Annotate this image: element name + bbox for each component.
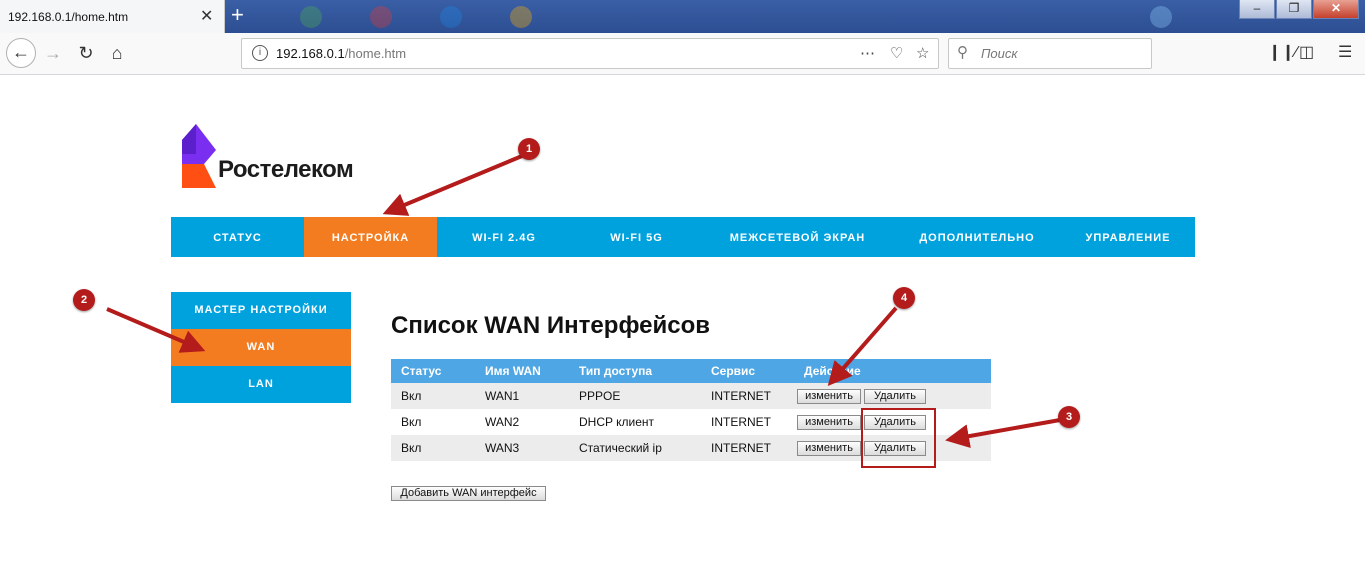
top-nav: СТАТУС НАСТРОЙКА WI-FI 2.4G WI-FI 5G МЕЖ… [171, 217, 1195, 257]
tab-wifi-24g[interactable]: WI-FI 2.4G [437, 217, 571, 257]
column-header-action: Действие [794, 359, 991, 383]
cell-status: Вкл [391, 409, 475, 435]
edit-button[interactable]: изменить [797, 388, 861, 404]
tab-management[interactable]: УПРАВЛЕНИЕ [1061, 217, 1195, 257]
cell-status: Вкл [391, 383, 475, 409]
annotation-badge-2: 2 [73, 289, 95, 311]
window-close-icon[interactable]: ✕ [1313, 0, 1359, 19]
cell-name: WAN2 [475, 409, 569, 435]
cell-access: DHCP клиент [569, 409, 701, 435]
tab-title: 192.168.0.1/home.htm [8, 10, 129, 24]
window-controls: – ❐ ✕ [1238, 0, 1359, 20]
side-nav: МАСТЕР НАСТРОЙКИ WAN LAN [171, 292, 351, 403]
table-header-row: Статус Имя WAN Тип доступа Сервис Действ… [391, 359, 991, 383]
back-arrow-icon[interactable]: ← [6, 38, 36, 68]
column-header-service: Сервис [701, 359, 794, 383]
cell-service: INTERNET [701, 409, 794, 435]
tab-settings[interactable]: НАСТРОЙКА [304, 217, 437, 257]
rostelecom-logo-icon [182, 124, 216, 188]
column-header-access: Тип доступа [569, 359, 701, 383]
sidebar-item-lan[interactable]: LAN [171, 366, 351, 403]
annotation-badge-4: 4 [893, 287, 915, 309]
page-title: Список WAN Интерфейсов [391, 312, 710, 339]
taskbar-decoration [300, 6, 322, 28]
url-path: /home.htm [344, 46, 407, 61]
browser-tab[interactable]: 192.168.0.1/home.htm ✕ [0, 0, 225, 33]
tab-advanced[interactable]: ДОПОЛНИТЕЛЬНО [893, 217, 1061, 257]
add-wan-button[interactable]: Добавить WAN интерфейс [391, 486, 546, 501]
table-row: Вкл WAN1 PPPOE INTERNET изменить Удалить [391, 383, 991, 409]
sidebar-icon[interactable]: ◫ [1299, 42, 1314, 62]
cell-name: WAN1 [475, 383, 569, 409]
tab-firewall[interactable]: МЕЖСЕТЕВОЙ ЭКРАН [702, 217, 893, 257]
home-icon[interactable]: ⌂ [104, 40, 130, 66]
url-bar[interactable]: i 192.168.0.1/home.htm ⋯ ♡ ☆ [241, 38, 939, 69]
minimize-icon[interactable]: – [1239, 0, 1275, 19]
edit-button[interactable]: изменить [797, 414, 861, 430]
close-icon[interactable]: ✕ [200, 6, 213, 26]
browser-tabstrip: 192.168.0.1/home.htm ✕ + – ❐ ✕ [0, 0, 1365, 33]
cell-name: WAN3 [475, 435, 569, 461]
taskbar-decoration [1150, 6, 1172, 28]
more-actions-icon[interactable]: ⋯ [860, 44, 875, 62]
cell-service: INTERNET [701, 383, 794, 409]
annotation-arrow-1 [382, 154, 523, 216]
pocket-icon[interactable]: ♡ [890, 44, 903, 62]
cell-status: Вкл [391, 435, 475, 461]
new-tab-icon[interactable]: + [231, 3, 244, 27]
search-bar[interactable]: ⚲ Поиск [948, 38, 1152, 69]
delete-button[interactable]: Удалить [864, 388, 926, 404]
annotation-arrows [106, 154, 1061, 449]
taskbar-decoration [370, 6, 392, 28]
url-text: 192.168.0.1/home.htm [276, 46, 406, 61]
tab-status[interactable]: СТАТУС [171, 217, 304, 257]
info-icon[interactable]: i [252, 45, 268, 61]
cell-access: PPPOE [569, 383, 701, 409]
brand-name: Ростелеком [218, 156, 354, 183]
column-header-name: Имя WAN [475, 359, 569, 383]
tab-wifi-5g[interactable]: WI-FI 5G [571, 217, 702, 257]
annotation-badge-3: 3 [1058, 406, 1080, 428]
annotation-badge-1: 1 [518, 138, 540, 160]
browser-toolbar: ← → ↻ ⌂ i 192.168.0.1/home.htm ⋯ ♡ ☆ ⚲ П… [0, 33, 1365, 75]
taskbar-decoration [440, 6, 462, 28]
forward-arrow-icon[interactable]: → [40, 40, 66, 66]
maximize-icon[interactable]: ❐ [1276, 0, 1312, 19]
library-icon[interactable]: ❙❙∕ [1268, 42, 1297, 62]
url-host: 192.168.0.1 [276, 46, 345, 61]
reload-icon[interactable]: ↻ [73, 40, 99, 66]
cell-access: Статический ip [569, 435, 701, 461]
sidebar-item-wan[interactable]: WAN [171, 329, 351, 366]
edit-button[interactable]: изменить [797, 440, 861, 456]
bookmark-star-icon[interactable]: ☆ [916, 44, 929, 62]
cell-actions: изменить Удалить [794, 383, 991, 409]
taskbar-decoration [510, 6, 532, 28]
search-icon: ⚲ [957, 44, 968, 61]
annotation-highlight-box [861, 408, 936, 468]
sidebar-item-wizard[interactable]: МАСТЕР НАСТРОЙКИ [171, 292, 351, 329]
cell-service: INTERNET [701, 435, 794, 461]
column-header-status: Статус [391, 359, 475, 383]
search-placeholder: Поиск [981, 46, 1018, 61]
menu-icon[interactable]: ☰ [1338, 42, 1352, 62]
